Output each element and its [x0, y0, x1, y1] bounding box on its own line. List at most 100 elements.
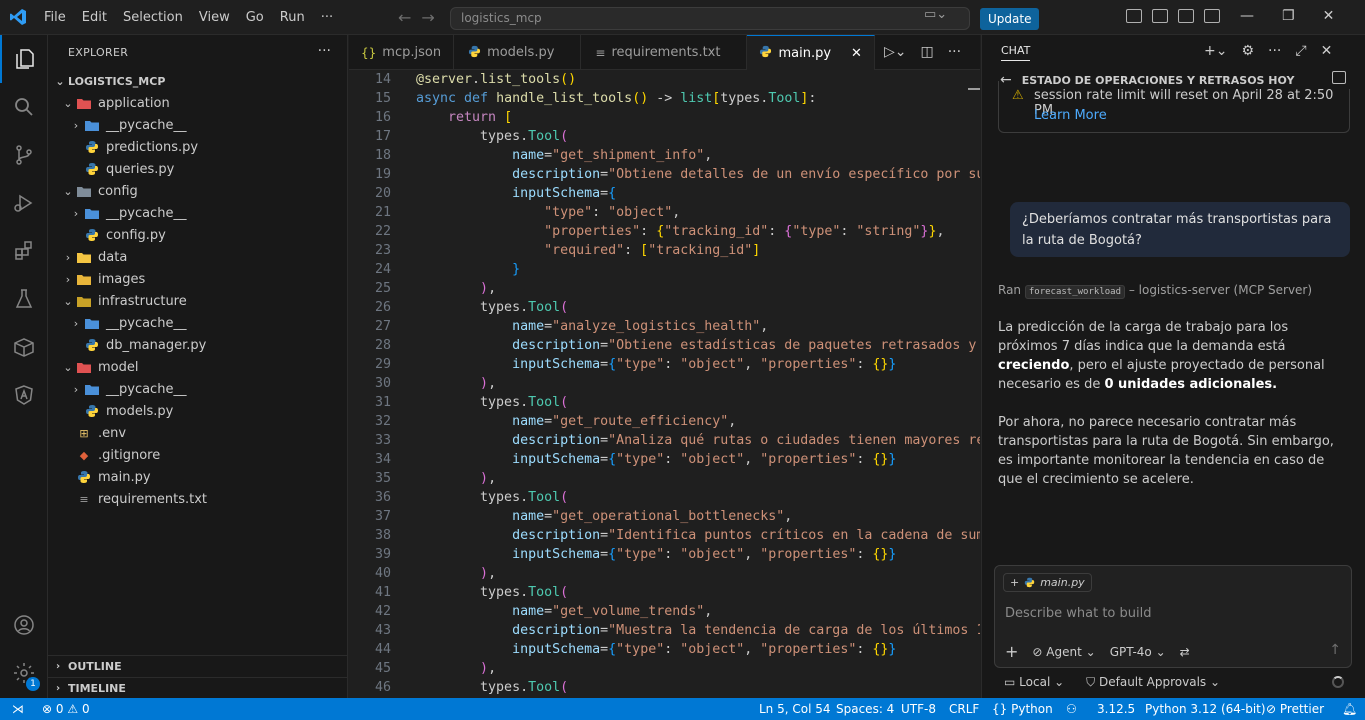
- folder-item[interactable]: ⌄ model: [48, 356, 348, 378]
- menu-selection[interactable]: Selection: [115, 10, 191, 25]
- context-file-chip[interactable]: + main.py: [1003, 573, 1092, 592]
- file-item[interactable]: models.py: [48, 400, 348, 422]
- minimize-icon[interactable]: —: [1240, 8, 1254, 24]
- run-debug-icon[interactable]: [0, 179, 48, 227]
- code-line[interactable]: 20 inputSchema={: [349, 184, 980, 203]
- indentation[interactable]: Spaces: 4: [836, 702, 894, 716]
- new-chat-icon[interactable]: +⌄: [1204, 43, 1227, 59]
- toggle-sidebar-icon[interactable]: [1152, 9, 1168, 23]
- code-line[interactable]: 24 }: [349, 260, 980, 279]
- code-line[interactable]: 43 description="Muestra la tendencia de …: [349, 621, 980, 640]
- restore-icon[interactable]: ❐: [1282, 8, 1295, 24]
- menu-more[interactable]: ···: [313, 10, 341, 25]
- folder-item[interactable]: › __pycache__: [48, 114, 348, 136]
- code-line[interactable]: 37 name="get_operational_bottlenecks",: [349, 507, 980, 526]
- approvals-picker[interactable]: ⛉ Default Approvals ⌄: [1086, 675, 1220, 690]
- chat-more-icon[interactable]: ···: [1268, 43, 1281, 59]
- containers-icon[interactable]: [0, 323, 48, 371]
- code-line[interactable]: 14 @server.list_tools(): [349, 70, 980, 89]
- code-line[interactable]: 40 ),: [349, 564, 980, 583]
- project-root[interactable]: ⌄ LOGISTICS_MCP: [48, 70, 348, 92]
- python-version[interactable]: 3.12.5: [1097, 702, 1135, 716]
- folder-item[interactable]: ⌄ infrastructure: [48, 290, 348, 312]
- menu-edit[interactable]: Edit: [74, 10, 115, 25]
- code-line[interactable]: 23 "required": ["tracking_id"]: [349, 241, 980, 260]
- chat-settings-icon[interactable]: ⚙: [1241, 43, 1254, 59]
- toggle-panel-icon[interactable]: [1178, 9, 1194, 23]
- customize-layout-icon[interactable]: [1126, 9, 1142, 23]
- code-line[interactable]: 21 "type": "object",: [349, 203, 980, 222]
- timeline-section[interactable]: › TIMELINE: [48, 677, 348, 699]
- code-line[interactable]: 34 inputSchema={"type": "object", "prope…: [349, 450, 980, 469]
- file-item[interactable]: main.py: [48, 466, 348, 488]
- code-line[interactable]: 16 return [: [349, 108, 980, 127]
- folder-item[interactable]: › __pycache__: [48, 312, 348, 334]
- file-item[interactable]: ≡ requirements.txt: [48, 488, 348, 510]
- file-item[interactable]: predictions.py: [48, 136, 348, 158]
- testing-icon[interactable]: [0, 275, 48, 323]
- code-line[interactable]: 45 ),: [349, 659, 980, 678]
- outline-section[interactable]: › OUTLINE: [48, 655, 348, 677]
- tools-config-icon[interactable]: ⇄: [1180, 645, 1190, 659]
- back-arrow-icon[interactable]: ←: [1000, 72, 1012, 88]
- folder-item[interactable]: › data: [48, 246, 348, 268]
- code-line[interactable]: 44 inputSchema={"type": "object", "prope…: [349, 640, 980, 659]
- tab-main-py[interactable]: main.py ✕: [747, 35, 875, 70]
- code-line[interactable]: 36 types.Tool(: [349, 488, 980, 507]
- cursor-position[interactable]: Ln 5, Col 54: [759, 702, 831, 716]
- code-line[interactable]: 15 async def handle_list_tools() -> list[…: [349, 89, 980, 108]
- close-tab-icon[interactable]: ✕: [851, 46, 862, 61]
- add-icon[interactable]: +: [1005, 642, 1018, 661]
- explorer-icon[interactable]: [0, 35, 48, 83]
- close-window-icon[interactable]: ✕: [1323, 8, 1335, 24]
- code-line[interactable]: 17 types.Tool(: [349, 127, 980, 146]
- learn-more-link[interactable]: Learn More: [1034, 108, 1107, 123]
- add-context-icon[interactable]: +: [1010, 576, 1019, 589]
- settings-gear-icon[interactable]: 1: [0, 649, 48, 697]
- split-editor-icon[interactable]: ◫: [921, 44, 934, 60]
- account-icon[interactable]: [0, 601, 48, 649]
- code-line[interactable]: 46 types.Tool(: [349, 678, 980, 697]
- angular-icon[interactable]: [0, 371, 48, 419]
- code-line[interactable]: 18 name="get_shipment_info",: [349, 146, 980, 165]
- folder-item[interactable]: › __pycache__: [48, 378, 348, 400]
- source-control-icon[interactable]: [0, 131, 48, 179]
- toggle-secondary-sidebar-icon[interactable]: [1204, 9, 1220, 23]
- chat-input[interactable]: Describe what to build: [1005, 606, 1152, 621]
- command-center[interactable]: logistics_mcp: [450, 7, 970, 30]
- forward-arrow-icon[interactable]: →: [421, 8, 434, 27]
- back-arrow-icon[interactable]: ←: [398, 8, 411, 27]
- folder-item[interactable]: ⌄ config: [48, 180, 348, 202]
- file-item[interactable]: ◆ .gitignore: [48, 444, 348, 466]
- run-file-icon[interactable]: ▷⌄: [884, 44, 907, 60]
- code-line[interactable]: 41 types.Tool(: [349, 583, 980, 602]
- code-line[interactable]: 31 types.Tool(: [349, 393, 980, 412]
- search-icon[interactable]: [0, 83, 48, 131]
- update-button[interactable]: Update: [980, 8, 1040, 30]
- code-line[interactable]: 28 description="Obtiene estadísticas de …: [349, 336, 980, 355]
- code-line[interactable]: 32 name="get_route_efficiency",: [349, 412, 980, 431]
- tool-name[interactable]: forecast_workload: [1024, 285, 1125, 299]
- code-line[interactable]: 29 inputSchema={"type": "object", "prope…: [349, 355, 980, 374]
- prettier-status[interactable]: ⊘ Prettier: [1266, 702, 1324, 716]
- folder-item[interactable]: ⌄ application: [48, 92, 348, 114]
- tab-models-py[interactable]: models.py: [454, 35, 582, 70]
- menu-file[interactable]: File: [36, 10, 74, 25]
- send-arrow-icon[interactable]: ↑: [1329, 642, 1341, 658]
- location-picker[interactable]: ▭ Local ⌄: [1004, 675, 1064, 690]
- line-ending[interactable]: CRLF: [949, 702, 979, 716]
- problems-indicator[interactable]: ⊗ 0 ⚠ 0: [42, 702, 90, 716]
- code-line[interactable]: 33 description="Analiza qué rutas o ciud…: [349, 431, 980, 450]
- explorer-more-icon[interactable]: ···: [318, 43, 331, 59]
- mode-picker[interactable]: ⊘ Agent ⌄: [1032, 645, 1095, 659]
- file-item[interactable]: queries.py: [48, 158, 348, 180]
- tab-requirements-txt[interactable]: ≡ requirements.txt: [581, 35, 748, 70]
- file-item[interactable]: ⊞ .env: [48, 422, 348, 444]
- code-line[interactable]: 30 ),: [349, 374, 980, 393]
- chat-tab[interactable]: CHAT: [1001, 44, 1031, 61]
- code-line[interactable]: 25 ),: [349, 279, 980, 298]
- code-line[interactable]: 22 "properties": {"tracking_id": {"type"…: [349, 222, 980, 241]
- code-line[interactable]: 27 name="analyze_logistics_health",: [349, 317, 980, 336]
- code-line[interactable]: 39 inputSchema={"type": "object", "prope…: [349, 545, 980, 564]
- extensions-icon[interactable]: [0, 227, 48, 275]
